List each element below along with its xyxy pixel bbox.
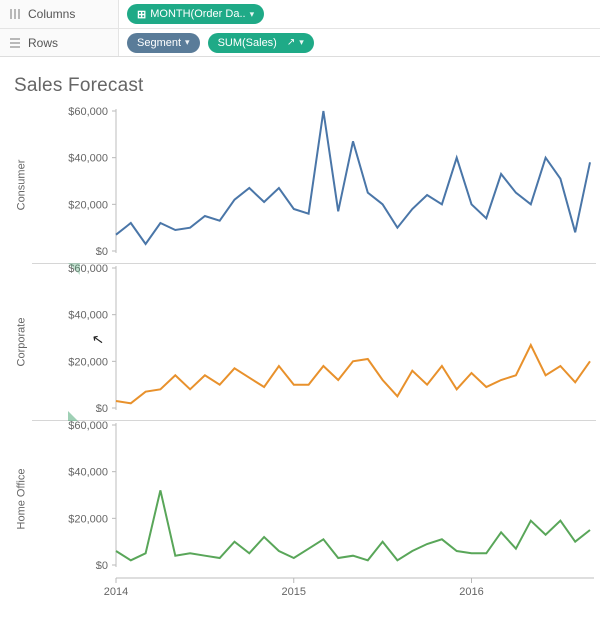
chart-panel-consumer: Consumer $0 $20,000 $40,000 $60,000 [10, 107, 596, 263]
charts-container: Consumer $0 $20,000 $40,000 $60,000 Corporate… [10, 107, 596, 577]
x-tick-label: 2014 [104, 586, 128, 598]
y-tick-label: $0 [96, 560, 108, 569]
series-line[interactable] [116, 345, 590, 403]
series-line[interactable] [116, 111, 590, 244]
forecast-icon: ↗ [287, 37, 295, 48]
segment-label-text: Consumer [15, 160, 27, 211]
pill-label: Segment [137, 37, 181, 49]
y-tick-label: $0 [96, 403, 108, 412]
segment-label-text: Home Office [15, 469, 27, 530]
selection-corner-icon [68, 411, 78, 421]
segment-label: Home Office [10, 421, 32, 577]
segment-label: Corporate [10, 264, 32, 420]
rows-label-text: Rows [28, 36, 58, 50]
rows-shelf[interactable]: Rows Segment ▾ SUM(Sales) ↗ ▾ [0, 28, 600, 56]
rows-pill-area[interactable]: Segment ▾ SUM(Sales) ↗ ▾ [118, 29, 600, 56]
selection-corner-icon [68, 263, 80, 275]
columns-shelf[interactable]: Columns ⊞ MONTH(Order Da.. ▾ [0, 0, 600, 28]
columns-shelf-label: Columns [0, 7, 118, 21]
chart-title: Sales Forecast [14, 75, 596, 97]
y-tick-label: $40,000 [68, 153, 108, 165]
pill-label: MONTH(Order Da.. [150, 8, 245, 20]
y-tick-label: $60,000 [68, 421, 108, 432]
y-tick-label: $20,000 [68, 199, 108, 211]
chart-panel-corporate: Corporate$0$20,000$40,000$60,000↖ [10, 264, 596, 420]
rows-shelf-label: Rows [0, 36, 118, 50]
series-line[interactable] [116, 490, 590, 560]
y-tick-label: $60,000 [68, 107, 108, 118]
pill-month-orderdate[interactable]: ⊞ MONTH(Order Da.. ▾ [127, 4, 264, 24]
y-tick-label: $20,000 [68, 356, 108, 368]
pill-segment[interactable]: Segment ▾ [127, 33, 200, 53]
x-tick-label: 2016 [459, 586, 483, 598]
chevron-down-icon: ▾ [185, 37, 190, 48]
y-tick-label: $0 [96, 246, 108, 255]
columns-icon [8, 8, 22, 20]
y-tick-label: $40,000 [68, 467, 108, 479]
segment-label-text: Corporate [15, 318, 27, 367]
segment-label: Consumer [10, 107, 32, 263]
columns-label-text: Columns [28, 7, 75, 21]
chevron-down-icon: ▾ [250, 9, 255, 20]
chevron-down-icon: ▾ [299, 37, 304, 48]
rows-icon [8, 37, 22, 49]
x-axis: 2014 2015 2016 [32, 577, 596, 603]
plus-icon: ⊞ [137, 8, 146, 21]
plot-area[interactable]: $0$20,000$40,000$60,000↖ [32, 264, 596, 420]
shelves-panel: Columns ⊞ MONTH(Order Da.. ▾ Rows Segmen… [0, 0, 600, 57]
pill-label: SUM(Sales) [218, 37, 277, 49]
y-tick-label: $20,000 [68, 513, 108, 525]
x-tick-label: 2015 [282, 586, 306, 598]
columns-pill-area[interactable]: ⊞ MONTH(Order Da.. ▾ [118, 0, 600, 28]
visualization-area: Sales Forecast Consumer$0$20,000$40,000$… [0, 57, 600, 607]
chart-panel-home-office: Home Office $0 $20,000 $40,000 $60,000 [10, 421, 596, 577]
y-tick-label: $40,000 [68, 310, 108, 322]
pill-sum-sales[interactable]: SUM(Sales) ↗ ▾ [208, 33, 314, 53]
plot-area[interactable]: $0 $20,000 $40,000 $60,000 [32, 421, 596, 577]
plot-area[interactable]: $0 $20,000 $40,000 $60,000 [32, 107, 596, 263]
